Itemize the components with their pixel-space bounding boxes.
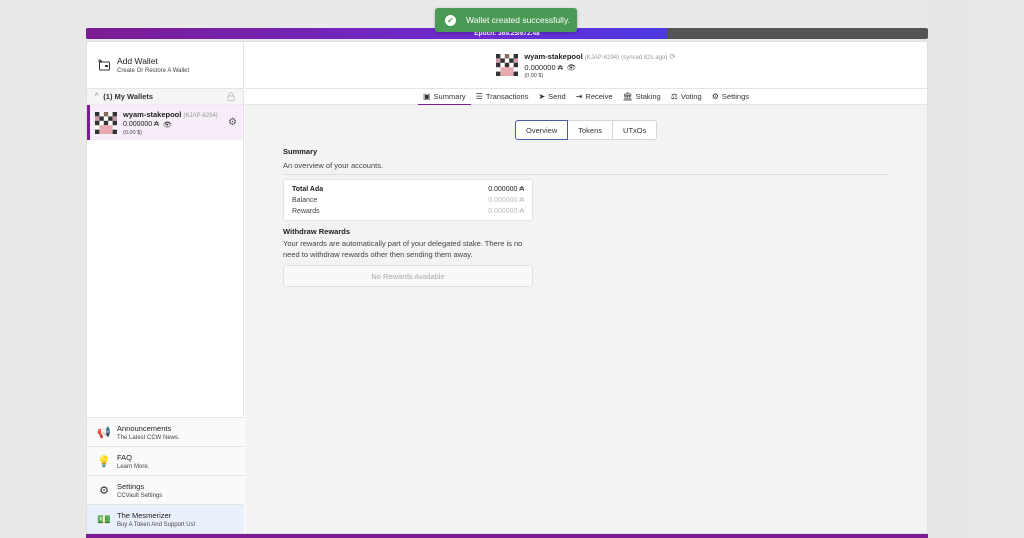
- sidebar-item-subtitle: Learn More.: [117, 463, 150, 470]
- tab-send[interactable]: ➤ Send: [533, 89, 570, 105]
- tab-label: Voting: [680, 92, 702, 101]
- lightbulb-icon: 💡: [97, 455, 111, 468]
- tab-transactions[interactable]: ☰ Transactions: [471, 89, 534, 105]
- tab-tokens[interactable]: Tokens: [567, 120, 614, 140]
- header-usd: (0.00 $): [524, 72, 544, 79]
- tab-receive[interactable]: ⇥ Receive: [571, 89, 618, 105]
- app-window: Add Wallet Create Or Restore A Wallet ^ …: [86, 41, 928, 534]
- background-right: [928, 0, 1024, 538]
- send-icon: ➤: [538, 92, 546, 101]
- money-icon: 💵: [97, 513, 111, 526]
- tab-staking[interactable]: 🏛 Staking: [618, 89, 666, 105]
- receive-icon: ⇥: [575, 92, 583, 101]
- summary-icon: ▣: [422, 91, 431, 101]
- row-label: Rewards: [292, 208, 320, 215]
- wallet-nav: ▣ Summary ☰ Transactions ➤ Send ⇥ Receive 🏛 S…: [245, 89, 927, 105]
- header-wallet-avatar: [496, 54, 519, 76]
- row-value: 0.000000 ₳: [488, 197, 524, 204]
- bottom-accent-strip: [86, 534, 928, 538]
- refresh-icon[interactable]: ⟳: [669, 52, 675, 61]
- divider: [283, 174, 889, 175]
- tab-label: Settings: [721, 92, 750, 101]
- sidebar-item-settings[interactable]: ⚙ Settings CCVault Settings: [87, 475, 244, 504]
- tab-label: Receive: [585, 92, 613, 101]
- eye-icon[interactable]: 👁: [567, 63, 577, 72]
- settings-icon: ⚙: [711, 92, 719, 101]
- wallet-id: (KJAP-6294): [183, 112, 218, 119]
- summary-segmented-tabs: Overview Tokens UTxOs: [515, 120, 658, 140]
- tab-overview[interactable]: Overview: [515, 120, 569, 140]
- check-icon: ✓: [445, 14, 456, 26]
- voting-icon: ⚖: [670, 92, 678, 101]
- wallet-avatar: [95, 111, 117, 134]
- balance-card: Total Ada 0.000000 ₳ Balance 0.000000 ₳ Re…: [283, 179, 533, 221]
- tab-label: Send: [548, 92, 566, 101]
- gear-icon: ⚙: [99, 484, 109, 497]
- row-label: Balance: [292, 197, 318, 204]
- lock-icon[interactable]: [227, 92, 235, 101]
- sidebar-item-subtitle: Buy A Token And Support Us!: [117, 521, 196, 528]
- sidebar-item-faq[interactable]: 💡 FAQ Learn More.: [87, 446, 244, 475]
- sidebar: Add Wallet Create Or Restore A Wallet ^ …: [87, 42, 244, 533]
- main-panel: wyam-stakepool (KJAP-6294) (synced 82s a…: [245, 42, 927, 533]
- add-wallet-icon: [97, 58, 111, 72]
- row-value: 0.000000 ₳: [488, 208, 524, 215]
- sidebar-item-subtitle: The Latest CCW News.: [117, 434, 180, 441]
- sidebar-item-title: The Mesmerizer: [117, 510, 172, 520]
- header-wallet-name: wyam-stakepool: [524, 51, 583, 61]
- chevron-up-icon: ^: [95, 93, 99, 100]
- add-wallet-button[interactable]: Add Wallet Create Or Restore A Wallet: [87, 42, 243, 89]
- total-ada-row: Total Ada 0.000000 ₳: [292, 184, 524, 195]
- header-wallet-id: (KJAP-6294): [584, 54, 620, 61]
- withdraw-description: Your rewards are automatically part of y…: [283, 239, 523, 259]
- tab-settings[interactable]: ⚙ Settings: [707, 89, 754, 105]
- summary-title: Summary: [283, 147, 318, 156]
- tab-voting[interactable]: ⚖ Voting: [666, 89, 707, 105]
- tab-summary[interactable]: ▣ Summary: [417, 89, 471, 105]
- eye-icon[interactable]: 👁: [163, 121, 172, 129]
- balance-row: Balance 0.000000 ₳: [292, 195, 524, 206]
- sidebar-bottom-menu: 📢 Announcements The Latest CCW News. 💡 FA…: [87, 417, 244, 533]
- sync-status: (synced 82s ago): [621, 54, 668, 61]
- success-toast[interactable]: ✓ Wallet created successfully.: [435, 8, 577, 32]
- sidebar-item-title: Settings: [117, 481, 145, 491]
- staking-icon: 🏛: [622, 92, 633, 101]
- wallet-settings-gear-icon[interactable]: ⚙: [228, 117, 237, 128]
- toast-message: Wallet created successfully.: [466, 15, 570, 25]
- tab-label: Transactions: [485, 92, 529, 101]
- wallet-name: wyam-stakepool: [123, 109, 182, 119]
- tab-label: Staking: [635, 92, 661, 101]
- sidebar-item-subtitle: CCVault Settings: [117, 492, 163, 499]
- sidebar-item-title: Announcements: [117, 423, 172, 433]
- tab-utxos[interactable]: UTxOs: [612, 120, 658, 140]
- wallet-header: wyam-stakepool (KJAP-6294) (synced 82s a…: [245, 42, 927, 89]
- withdraw-title: Withdraw Rewards: [283, 227, 351, 236]
- tab-label: Summary: [433, 91, 466, 101]
- sidebar-item-mesmerizer[interactable]: 💵 The Mesmerizer Buy A Token And Support …: [87, 504, 244, 533]
- wallet-item-wyam-stakepool[interactable]: wyam-stakepool (KJAP-6294) 0.000000 ₳ 👁 (…: [87, 105, 243, 140]
- row-label: Total Ada: [292, 186, 324, 193]
- header-balance: 0.000000 ₳: [524, 62, 563, 72]
- summary-description: An overview of your accounts.: [283, 161, 384, 170]
- wallet-usd: (0.00 $): [123, 129, 142, 136]
- my-wallets-header[interactable]: ^ (1) My Wallets: [87, 89, 243, 105]
- add-wallet-subtitle: Create Or Restore A Wallet: [117, 68, 190, 74]
- transactions-icon: ☰: [475, 92, 483, 101]
- rewards-row: Rewards 0.000000 ₳: [292, 206, 524, 217]
- row-value: 0.000000 ₳: [488, 186, 524, 193]
- wallet-balance: 0.000000 ₳: [123, 121, 159, 128]
- add-wallet-title: Add Wallet: [117, 56, 158, 66]
- sidebar-item-announcements[interactable]: 📢 Announcements The Latest CCW News.: [87, 417, 244, 446]
- megaphone-icon: 📢: [97, 426, 111, 439]
- no-rewards-button[interactable]: No Rewards Available: [283, 265, 533, 287]
- sidebar-item-title: FAQ: [117, 452, 133, 462]
- my-wallets-label: (1) My Wallets: [103, 92, 154, 101]
